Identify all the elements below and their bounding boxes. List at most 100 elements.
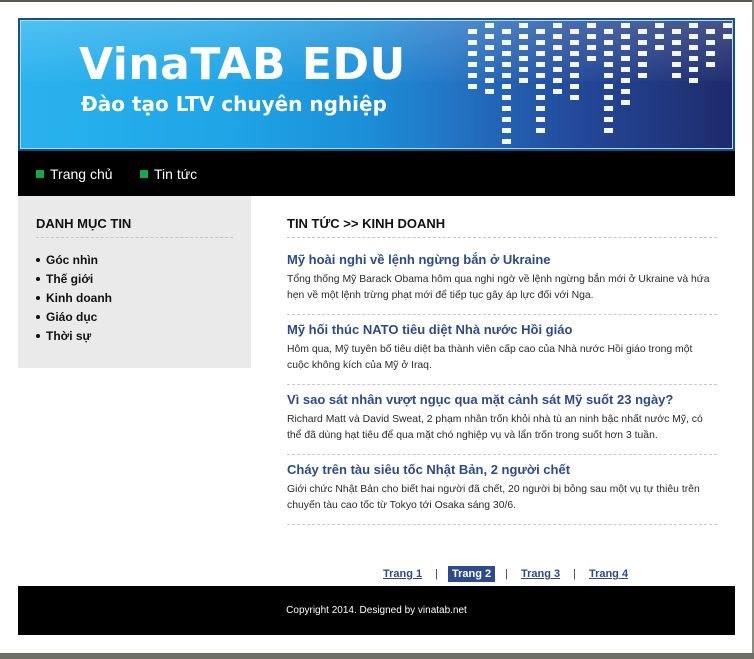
equalizer-cell — [502, 128, 511, 133]
equalizer-cell — [570, 95, 579, 100]
equalizer-cell — [502, 40, 511, 45]
equalizer-cell — [570, 62, 579, 67]
equalizer-bar — [723, 23, 732, 45]
sidebar-item-kinh-doanh[interactable]: Kinh doanh — [36, 288, 112, 307]
equalizer-cell — [655, 45, 664, 50]
equalizer-cell — [604, 117, 613, 122]
equalizer-cell — [587, 34, 596, 39]
equalizer-cell — [485, 67, 494, 72]
equalizer-cell — [485, 45, 494, 50]
equalizer-cell — [536, 106, 545, 111]
equalizer-cell — [570, 84, 579, 89]
page-link-3[interactable]: Trang 3 — [518, 568, 563, 580]
equalizer-bar — [604, 29, 613, 139]
equalizer-cell — [485, 78, 494, 83]
page-link-1[interactable]: Trang 1 — [380, 568, 425, 580]
equalizer-cell — [638, 62, 647, 67]
sidebar-item-the-gioi[interactable]: Thế giới — [36, 269, 112, 288]
news-article: Vì sao sát nhân vượt ngục qua mặt cảnh s… — [287, 392, 717, 455]
article-title-link[interactable]: Vì sao sát nhân vượt ngục qua mặt cảnh s… — [287, 392, 717, 407]
page-link-4[interactable]: Trang 4 — [586, 568, 631, 580]
equalizer-cell — [706, 40, 715, 45]
equalizer-bar — [672, 29, 681, 84]
equalizer-cell — [723, 34, 732, 39]
equalizer-cell — [587, 56, 596, 61]
equalizer-cell — [604, 73, 613, 78]
sidebar-item-goc-nhin[interactable]: Góc nhìn — [36, 250, 112, 269]
equalizer-cell — [570, 73, 579, 78]
equalizer-cell — [468, 29, 477, 34]
equalizer-bar — [502, 29, 511, 148]
article-title-link[interactable]: Mỹ hoài nghi về lệnh ngừng bắn ở Ukraine — [287, 252, 717, 267]
sidebar-item-thoi-su[interactable]: Thời sự — [36, 326, 112, 345]
equalizer-cell — [672, 29, 681, 34]
equalizer-cell — [519, 23, 528, 28]
equalizer-cell — [536, 95, 545, 100]
equalizer-bar — [587, 23, 596, 67]
equalizer-cell — [570, 29, 579, 34]
news-article: Mỹ hoài nghi về lệnh ngừng bắn ở Ukraine… — [287, 252, 717, 315]
equalizer-cell — [689, 23, 698, 28]
equalizer-cell — [587, 45, 596, 50]
equalizer-cell — [706, 29, 715, 34]
equalizer-bar — [468, 29, 477, 95]
article-title-link[interactable]: Cháy trên tàu siêu tốc Nhật Bản, 2 người… — [287, 462, 717, 477]
equalizer-cell — [468, 40, 477, 45]
equalizer-cell — [604, 62, 613, 67]
equalizer-cell — [468, 62, 477, 67]
article-summary: Hôm qua, Mỹ tuyên bố tiêu diệt ba thành … — [287, 344, 693, 371]
equalizer-cell — [672, 73, 681, 78]
sidebar-item-label: Giáo dục — [46, 309, 98, 324]
site-title: VinaTAB EDU — [79, 39, 406, 90]
equalizer-cell — [553, 56, 562, 61]
banner-background: VinaTAB EDU Đào tạo LTV chuyên nghiệp — [20, 20, 733, 149]
news-article: Mỹ hối thúc NATO tiêu diệt Nhà nước Hồi … — [287, 322, 717, 385]
equalizer-cell — [468, 84, 477, 89]
equalizer-bar — [536, 29, 545, 139]
equalizer-cell — [689, 56, 698, 61]
equalizer-cell — [502, 51, 511, 56]
equalizer-cell — [502, 84, 511, 89]
equalizer-cell — [672, 51, 681, 56]
nav-item-home[interactable]: Trang chủ — [36, 151, 113, 196]
equalizer-cell — [604, 29, 613, 34]
equalizer-cell — [689, 45, 698, 50]
site-subtitle: Đào tạo LTV chuyên nghiệp — [81, 92, 387, 116]
pagination-separator: | — [505, 568, 508, 580]
equalizer-bar — [638, 29, 647, 84]
equalizer-cell — [536, 29, 545, 34]
nav-item-news[interactable]: Tin tức — [140, 151, 197, 196]
equalizer-cell — [502, 117, 511, 122]
pagination-separator: | — [435, 568, 438, 580]
copyright-text: Copyright 2014. Designed by vinatab.net — [286, 605, 467, 616]
equalizer-cell — [553, 78, 562, 83]
sidebar-item-giao-duc[interactable]: Giáo dục — [36, 307, 112, 326]
footer: Copyright 2014. Designed by vinatab.net — [18, 586, 735, 635]
equalizer-cell — [621, 67, 630, 72]
equalizer-cell — [689, 34, 698, 39]
equalizer-cell — [536, 62, 545, 67]
equalizer-cell — [553, 67, 562, 72]
equalizer-graphic — [466, 21, 732, 148]
equalizer-cell — [655, 23, 664, 28]
equalizer-cell — [621, 23, 630, 28]
equalizer-bar — [553, 23, 562, 100]
article-title-link[interactable]: Mỹ hối thúc NATO tiêu diệt Nhà nước Hồi … — [287, 322, 717, 337]
equalizer-cell — [672, 62, 681, 67]
equalizer-cell — [638, 73, 647, 78]
window-bottom-edge — [0, 653, 754, 659]
equalizer-cell — [502, 73, 511, 78]
section-title: TIN TỨC >> KINH DOANH — [287, 216, 717, 238]
nav-bullet-icon — [140, 169, 148, 178]
equalizer-cell — [553, 45, 562, 50]
nav-bullet-icon — [36, 169, 44, 178]
equalizer-cell — [570, 51, 579, 56]
equalizer-cell — [604, 51, 613, 56]
equalizer-cell — [485, 56, 494, 61]
equalizer-cell — [485, 23, 494, 28]
equalizer-cell — [502, 95, 511, 100]
equalizer-cell — [519, 45, 528, 50]
article-summary: Tổng thống Mỹ Barack Obama hôm qua nghi … — [287, 274, 710, 301]
nav-item-label: Trang chủ — [50, 165, 113, 182]
page-link-2-current[interactable]: Trang 2 — [447, 566, 496, 582]
